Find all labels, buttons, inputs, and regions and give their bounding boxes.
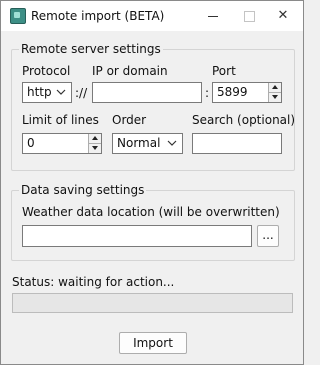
data-saving-legend: Data saving settings [19, 183, 147, 197]
limit-increment-button[interactable] [89, 134, 101, 144]
limit-stepper[interactable]: 0 [22, 133, 102, 154]
port-increment-button[interactable] [269, 83, 281, 93]
location-label: Weather data location (will be overwritt… [22, 205, 280, 219]
remote-server-legend: Remote server settings [19, 42, 163, 56]
port-stepper[interactable]: 5899 [212, 82, 282, 103]
browse-label: ... [262, 228, 274, 242]
window-title: Remote import (BETA) [31, 9, 165, 23]
domain-input[interactable] [92, 82, 202, 103]
order-select[interactable]: Normal [112, 133, 183, 154]
remote-import-window: Remote import (BETA) ✕ Remote server set… [0, 0, 304, 365]
close-icon: ✕ [277, 8, 289, 23]
port-label: Port [212, 64, 236, 78]
protocol-select[interactable]: http [22, 82, 72, 103]
limit-value: 0 [27, 136, 35, 150]
limit-spin [88, 134, 101, 153]
app-icon [10, 8, 26, 24]
progress-bar [12, 293, 293, 313]
port-separator: : [205, 86, 210, 100]
status-text: Status: waiting for action... [12, 275, 175, 289]
arrow-up-icon [272, 85, 278, 90]
chevron-down-icon [56, 89, 66, 95]
minimize-icon [208, 16, 218, 17]
chevron-down-icon [167, 140, 177, 146]
import-label: Import [133, 336, 173, 350]
limit-label: Limit of lines [22, 113, 99, 127]
close-button[interactable]: ✕ [261, 1, 305, 31]
title-bar: Remote import (BETA) ✕ [1, 1, 303, 31]
order-value: Normal [117, 136, 161, 150]
protocol-value: http [27, 85, 52, 99]
domain-label: IP or domain [92, 64, 168, 78]
browse-button[interactable]: ... [257, 225, 279, 247]
limit-decrement-button[interactable] [89, 144, 101, 154]
port-value: 5899 [217, 85, 248, 99]
protocol-label: Protocol [22, 64, 71, 78]
port-decrement-button[interactable] [269, 93, 281, 103]
port-spin [268, 83, 281, 102]
search-label: Search (optional) [192, 113, 296, 127]
scheme-separator: :// [75, 86, 88, 100]
arrow-up-icon [92, 136, 98, 141]
arrow-down-icon [272, 95, 278, 100]
search-input[interactable] [192, 133, 282, 154]
import-button[interactable]: Import [119, 332, 187, 354]
location-input[interactable] [22, 225, 252, 247]
maximize-icon [244, 11, 255, 22]
order-label: Order [112, 113, 147, 127]
minimize-button[interactable] [191, 1, 235, 31]
arrow-down-icon [92, 146, 98, 151]
